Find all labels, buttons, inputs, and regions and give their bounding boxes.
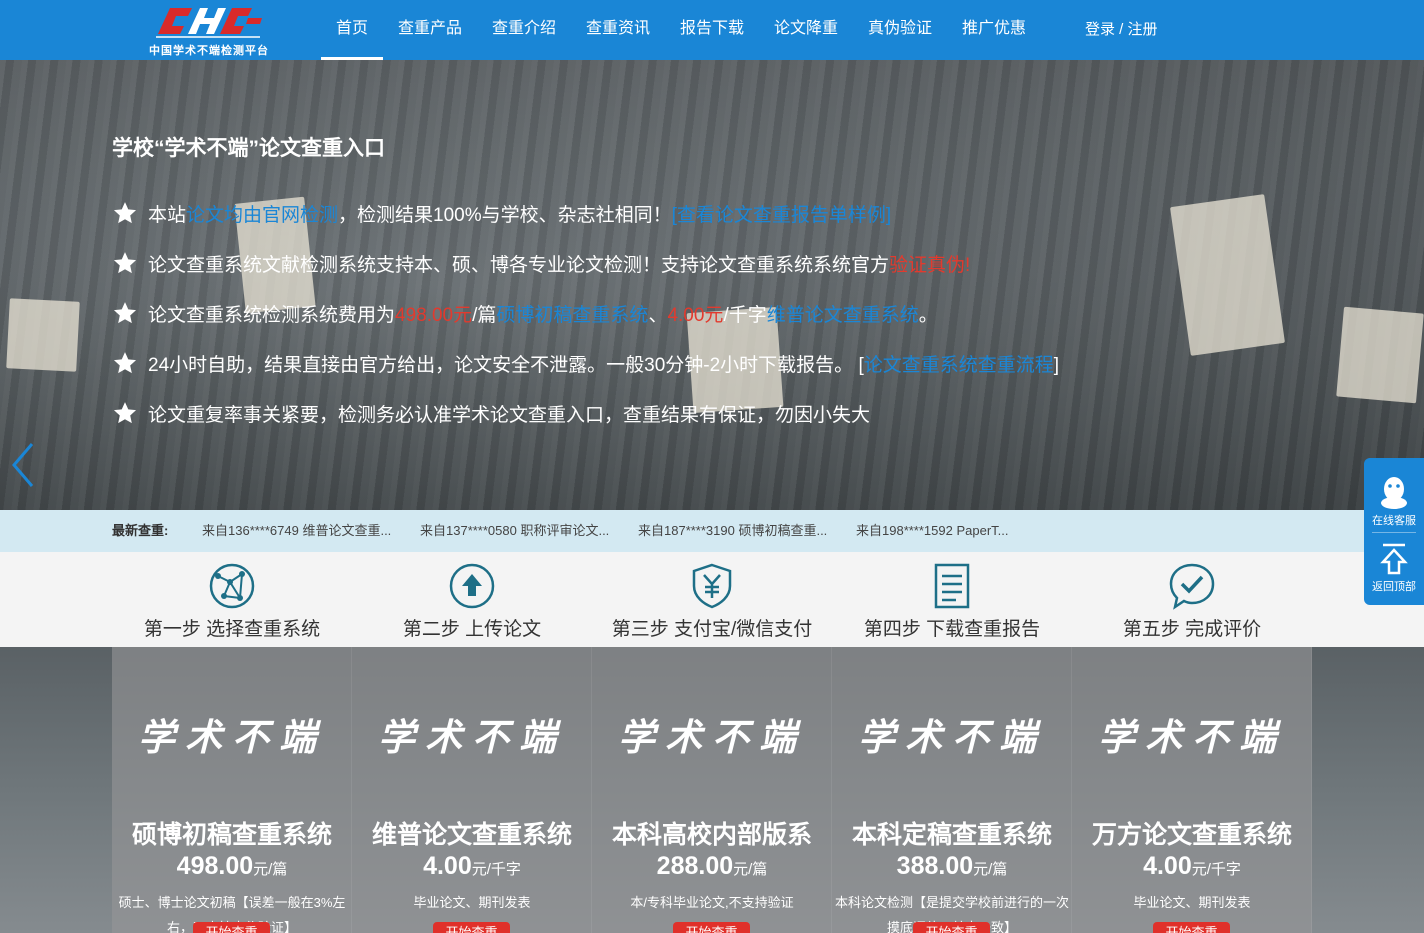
nav-news[interactable]: 查重资讯 (585, 0, 651, 60)
product-name: 万方论文查重系统 (1091, 821, 1292, 849)
star-icon (113, 352, 137, 374)
logo-text: 中国学术不端检测平台 (149, 45, 269, 57)
product-name: 维普论文查重系统 (371, 821, 572, 849)
step-4: 第四步 下载查重报告 (832, 552, 1072, 647)
product-name: 本科高校内部版系 (611, 821, 812, 849)
hero-bullet-5: 论文重复率事关紧要，检测务必认准学术论文查重入口，查重结果有保证，勿因小失大 (112, 400, 870, 430)
nav-report-download[interactable]: 报告下载 (679, 0, 745, 60)
decorative-tag (1336, 306, 1424, 404)
hero-bullet-2: 论文查重系统文献检测系统支持本、硕、博各专业论文检测！支持论文查重系统系统官方验… (112, 250, 970, 280)
card-calligraphy: 学术不端 (618, 715, 806, 759)
nav-verify[interactable]: 真伪验证 (867, 0, 933, 60)
product-card[interactable]: 学术不端 万方论文查重系统 4.00元/千字 毕业论文、期刊发表 开始查重 (1072, 647, 1312, 933)
floating-side-panel: 在线客服 返回顶部 (1364, 458, 1424, 605)
product-desc: 本/专科毕业论文,不支持验证 (630, 895, 794, 910)
qq-penguin-icon (1381, 477, 1407, 509)
hero-bullet-1: 本站论文均由官网检测，检测结果100%与学校、杂志社相同！[查看论文查重报告单样… (112, 200, 891, 230)
ticker-item[interactable]: 来自137****0580 职称评审论文... (420, 510, 609, 552)
ticker-label: 最新查重: (112, 523, 169, 538)
nav-intro[interactable]: 查重介绍 (491, 0, 557, 60)
star-icon (113, 302, 137, 324)
back-to-top-label: 返回顶部 (1372, 581, 1416, 593)
hero-banner: 学校“学术不端”论文查重入口 本站论文均由官网检测，检测结果100%与学校、杂志… (0, 60, 1424, 510)
masters-phd-system-link[interactable]: 硕博初稿查重系统 (496, 305, 648, 326)
card-calligraphy: 学术不端 (858, 715, 1046, 759)
hero-bullet-4: 24小时自助，结果直接由官方给出，论文安全不泄露。一般30分钟-2小时下载报告。… (112, 350, 1059, 380)
nav-home[interactable]: 首页 (321, 0, 383, 60)
product-card[interactable]: 学术不端 硕博初稿查重系统 498.00元/篇 硕士、博士论文初稿【误差一般在3… (112, 647, 352, 933)
price-2: 4.00元 (667, 305, 724, 326)
product-name: 本科定稿查重系统 (851, 821, 1052, 849)
price-1: 498.00元 (395, 305, 473, 326)
step-label: 第五步 完成评价 (1122, 619, 1262, 640)
product-card[interactable]: 学术不端 本科高校内部版系 288.00元/篇 本/专科毕业论文,不支持验证 开… (592, 647, 832, 933)
hero-title: 学校“学术不端”论文查重入口 (112, 137, 385, 160)
online-service-label: 在线客服 (1372, 515, 1416, 527)
nav-promo[interactable]: 推广优惠 (961, 0, 1027, 60)
document-list-icon (934, 563, 970, 609)
step-label: 第二步 上传论文 (402, 619, 542, 640)
step-label: 第四步 下载查重报告 (863, 619, 1041, 640)
product-price: 4.00元/千字 (1143, 852, 1241, 880)
vip-system-link[interactable]: 维普论文查重系统 (767, 305, 919, 326)
top-nav: 中国学术不端检测平台 首页 查重产品 查重介绍 查重资讯 报告下载 论文降重 真… (0, 0, 1424, 60)
product-card[interactable]: 学术不端 维普论文查重系统 4.00元/千字 毕业论文、期刊发表 开始查重 (352, 647, 592, 933)
decorative-tag (6, 298, 80, 372)
upload-icon (449, 563, 495, 609)
hero-bullet-3: 论文查重系统检测系统费用为498.00元/篇硕博初稿查重系统、4.00元/千字维… (112, 300, 938, 330)
start-check-button[interactable]: 开始查重 (913, 922, 990, 933)
back-to-top-button[interactable]: 返回顶部 (1364, 542, 1424, 594)
product-price: 288.00元/篇 (656, 852, 768, 880)
online-service-button[interactable]: 在线客服 (1364, 476, 1424, 528)
step-label: 第三步 支付宝/微信支付 (611, 619, 813, 640)
logo-mark-icon (156, 8, 262, 38)
ticker-item[interactable]: 来自187****3190 硕博初稿查重... (638, 510, 827, 552)
shield-yen-icon (692, 563, 732, 609)
nav-rewrite[interactable]: 论文降重 (773, 0, 839, 60)
back-to-top-icon (1380, 543, 1408, 575)
start-check-button[interactable]: 开始查重 (673, 922, 750, 933)
step-2: 第二步 上传论文 (352, 552, 592, 647)
carousel-prev-icon[interactable] (8, 440, 38, 490)
step-3: 第三步 支付宝/微信支付 (592, 552, 832, 647)
star-icon (113, 252, 137, 274)
product-desc: 毕业论文、期刊发表 (1133, 895, 1251, 910)
ticker-item[interactable]: 来自198****1592 PaperT... (856, 510, 1008, 552)
product-price: 388.00元/篇 (896, 852, 1008, 880)
card-calligraphy: 学术不端 (378, 715, 566, 759)
start-check-button[interactable]: 开始查重 (433, 922, 510, 933)
process-link[interactable]: 论文查重系统查重流程 (864, 355, 1054, 376)
product-card[interactable]: 学术不端 本科定稿查重系统 388.00元/篇 本科论文检测【是提交学校前进行的… (832, 647, 1072, 933)
nav-products[interactable]: 查重产品 (397, 0, 463, 60)
product-section: 学术不端 硕博初稿查重系统 498.00元/篇 硕士、博士论文初稿【误差一般在3… (0, 647, 1424, 933)
verify-authenticity-link[interactable]: 验证真伪! (889, 255, 970, 276)
product-name: 硕博初稿查重系统 (131, 821, 332, 849)
product-price: 4.00元/千字 (423, 852, 521, 880)
star-icon (113, 402, 137, 424)
chat-check-icon (1169, 563, 1215, 610)
step-label: 第一步 选择查重系统 (143, 619, 321, 640)
star-icon (113, 202, 137, 224)
card-calligraphy: 学术不端 (1098, 715, 1286, 759)
product-price: 498.00元/篇 (176, 852, 288, 880)
product-desc: 毕业论文、期刊发表 (413, 895, 531, 910)
start-check-button[interactable]: 开始查重 (193, 922, 270, 933)
recent-checks-ticker: 最新查重: 来自136****6749 维普论文查重... 来自137****0… (0, 510, 1424, 552)
step-5: 第五步 完成评价 (1072, 552, 1312, 647)
step-1: 第一步 选择查重系统 (112, 552, 352, 647)
site-logo[interactable]: 中国学术不端检测平台 (138, 4, 280, 57)
divider (1372, 532, 1416, 533)
card-calligraphy: 学术不端 (138, 715, 326, 759)
report-sample-link[interactable]: [查看论文查重报告单样例] (672, 205, 892, 226)
official-detection-link[interactable]: 论文均由官网检测 (186, 205, 338, 226)
login-register-link[interactable]: 登录 / 注册 (1085, 0, 1158, 60)
process-steps: 第一步 选择查重系统 第二步 上传论文 第三步 支付宝/微信支付 第四步 下载查… (0, 552, 1424, 647)
ticker-item[interactable]: 来自136****6749 维普论文查重... (202, 510, 391, 552)
start-check-button[interactable]: 开始查重 (1153, 922, 1230, 933)
globe-network-icon (209, 563, 255, 609)
